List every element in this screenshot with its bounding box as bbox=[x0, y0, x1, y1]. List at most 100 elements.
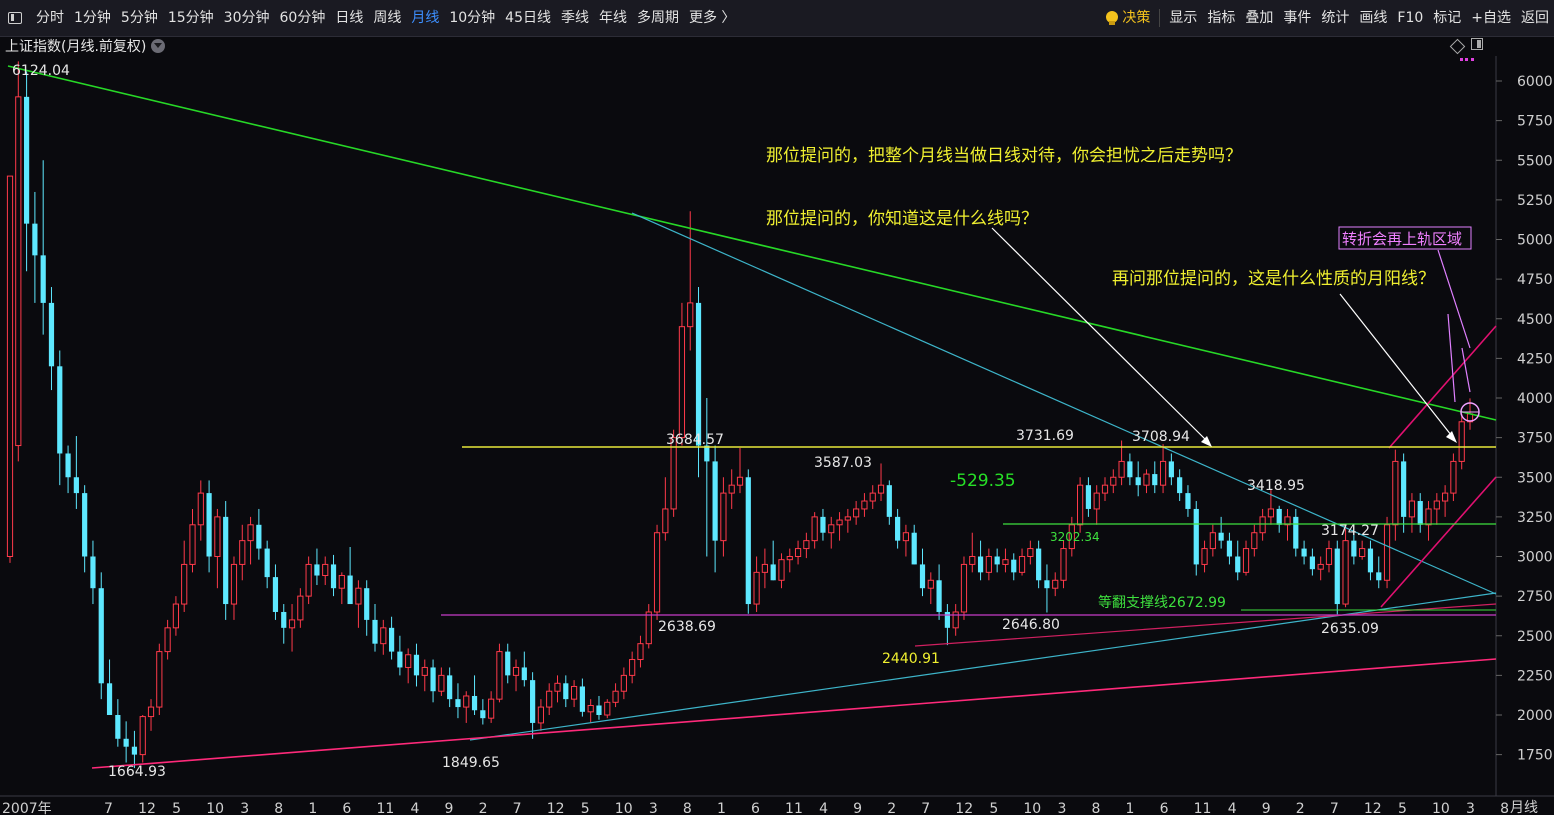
candle-body bbox=[637, 643, 644, 661]
x-tick-label: 8 bbox=[1500, 801, 1509, 815]
candle-body bbox=[1135, 477, 1141, 486]
diamond-icon[interactable] bbox=[1449, 38, 1466, 55]
period-tab-3[interactable]: 15分钟 bbox=[163, 0, 219, 36]
candle-body bbox=[1036, 548, 1042, 581]
candle-body bbox=[820, 516, 826, 533]
candle-body bbox=[115, 715, 121, 739]
candle-body bbox=[869, 492, 876, 502]
candle-body bbox=[65, 453, 71, 478]
candle-body bbox=[944, 611, 950, 628]
panel-toggle-icon[interactable] bbox=[8, 12, 22, 24]
candle-body bbox=[579, 686, 585, 712]
candle-body bbox=[1101, 484, 1109, 494]
candle-body bbox=[554, 682, 561, 692]
instrument-title[interactable]: 上证指数(月线.前复权) bbox=[5, 37, 166, 55]
candle-body bbox=[239, 540, 246, 565]
arrow-line-1 bbox=[991, 227, 1211, 445]
period-tab-10[interactable]: 45日线 bbox=[500, 0, 556, 36]
candle-body bbox=[23, 96, 30, 224]
candle-body bbox=[1276, 508, 1282, 525]
candle-body bbox=[338, 575, 345, 589]
toolbar-item-8[interactable]: +自选 bbox=[1466, 0, 1516, 36]
candle-body bbox=[1325, 548, 1333, 565]
candle-body bbox=[1085, 485, 1092, 509]
toolbar-item-4[interactable]: 统计 bbox=[1316, 0, 1354, 36]
window-layout-icon[interactable] bbox=[1471, 38, 1483, 50]
price-label-1664: 1664.93 bbox=[108, 764, 166, 780]
period-tab-14[interactable]: 更多 〉 bbox=[684, 0, 740, 36]
candle-body bbox=[1159, 460, 1167, 486]
candle-body bbox=[1168, 461, 1174, 478]
y-tick-label: 5500 bbox=[1517, 153, 1553, 169]
toolbar-item-5[interactable]: 画线 bbox=[1354, 0, 1392, 36]
candle-body bbox=[438, 674, 445, 692]
period-tab-4[interactable]: 30分钟 bbox=[219, 0, 275, 36]
x-tick-label: 1 bbox=[717, 801, 726, 815]
toolbar-item-0[interactable]: 显示 bbox=[1164, 0, 1202, 36]
period-tab-2[interactable]: 5分钟 bbox=[116, 0, 163, 36]
y-tick-label: 4500 bbox=[1517, 312, 1553, 328]
candle-body bbox=[147, 706, 155, 718]
candle-body bbox=[32, 223, 38, 256]
candle-body bbox=[570, 685, 578, 700]
candlestick-chart[interactable]: 6000 5750 5500 5250 5000 4750 4500 4250 4000 3750… bbox=[0, 56, 1554, 815]
period-tab-9[interactable]: 10分钟 bbox=[444, 0, 500, 36]
x-tick-label: 8 bbox=[683, 801, 692, 815]
candle-body bbox=[1018, 556, 1026, 573]
toolbar-item-1[interactable]: 指标 bbox=[1202, 0, 1240, 36]
x-tick-label: 3 bbox=[240, 801, 249, 815]
period-tab-11[interactable]: 季线 bbox=[556, 0, 594, 36]
candle-body bbox=[305, 563, 312, 597]
y-tick-label: 5750 bbox=[1517, 114, 1553, 130]
decision-button[interactable]: 决策 bbox=[1101, 0, 1155, 36]
period-tab-7[interactable]: 周线 bbox=[368, 0, 406, 36]
candle-body bbox=[936, 580, 942, 612]
candle-body bbox=[1433, 500, 1440, 510]
x-tick-label: 5 bbox=[989, 801, 998, 815]
candle-body bbox=[811, 516, 818, 542]
candle-body bbox=[496, 651, 503, 700]
candle-body bbox=[803, 540, 810, 550]
period-tab-1[interactable]: 1分钟 bbox=[69, 0, 116, 36]
period-tab-6[interactable]: 日线 bbox=[330, 0, 368, 36]
candle-body bbox=[322, 563, 329, 577]
candle-body bbox=[156, 651, 163, 708]
candle-body bbox=[272, 577, 279, 612]
candle-body bbox=[1209, 532, 1216, 550]
toolbar-item-9[interactable]: 返回 bbox=[1516, 0, 1554, 36]
x-tick-label: 12 bbox=[1364, 801, 1382, 815]
candle-body bbox=[728, 484, 735, 494]
support-line-label: 等翻支撑线2672.99 bbox=[1098, 594, 1226, 611]
period-tab-13[interactable]: 多周期 bbox=[632, 0, 684, 36]
candle-body bbox=[1027, 548, 1034, 558]
y-tick-label: 5250 bbox=[1517, 193, 1553, 209]
candle-body bbox=[836, 519, 843, 526]
x-tick-label: 3 bbox=[1466, 801, 1475, 815]
chevron-down-icon[interactable] bbox=[151, 39, 166, 53]
toolbar-item-2[interactable]: 叠加 bbox=[1240, 0, 1278, 36]
candle-body bbox=[388, 627, 395, 652]
toolbar-item-7[interactable]: 标记 bbox=[1428, 0, 1466, 36]
toolbar-item-3[interactable]: 事件 bbox=[1278, 0, 1316, 36]
period-tab-8[interactable]: 月线 bbox=[406, 0, 444, 36]
candle-body bbox=[1408, 500, 1416, 518]
y-tick-label: 3250 bbox=[1517, 510, 1553, 526]
toolbar-item-6[interactable]: F10 bbox=[1392, 0, 1428, 36]
arrow-head-2 bbox=[1446, 431, 1457, 443]
period-tab-0[interactable]: 分时 bbox=[31, 0, 69, 36]
period-tab-5[interactable]: 60分钟 bbox=[275, 0, 331, 36]
annotation-question-1: 那位提问的，把整个月线当做日线对待，你会担忧之后走势吗？ bbox=[766, 146, 1242, 166]
x-tick-label: 7 bbox=[921, 801, 930, 815]
candle-body bbox=[895, 516, 901, 541]
candle-body bbox=[1235, 556, 1241, 573]
period-tab-12[interactable]: 年线 bbox=[594, 0, 632, 36]
candle-body bbox=[960, 563, 968, 613]
lightbulb-icon bbox=[1106, 11, 1119, 25]
candle-body bbox=[844, 516, 851, 521]
x-tick-label: 12 bbox=[547, 801, 565, 815]
candle-body bbox=[197, 492, 204, 526]
candle-body bbox=[985, 556, 992, 573]
candle-body bbox=[1342, 540, 1349, 605]
price-label-3708: 3708.94 bbox=[1132, 429, 1190, 445]
candle-body bbox=[604, 701, 611, 716]
